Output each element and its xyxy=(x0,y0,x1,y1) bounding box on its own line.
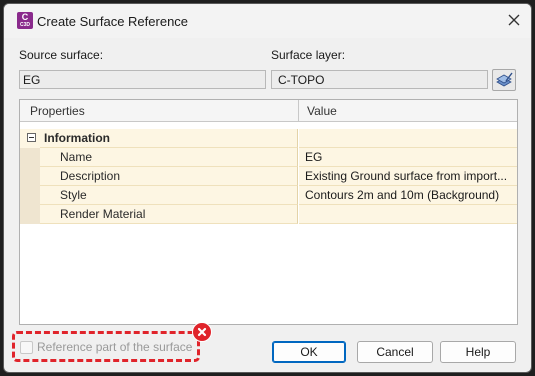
x-mark-icon xyxy=(197,327,207,337)
property-name: Name xyxy=(40,148,298,167)
app-icon-sub: C3D xyxy=(19,22,30,28)
property-value[interactable]: Existing Ground surface from import... xyxy=(299,167,517,186)
property-value[interactable]: Contours 2m and 10m (Background) xyxy=(299,186,517,205)
table-row[interactable]: Description Existing Ground surface from… xyxy=(20,167,517,186)
reference-part-option[interactable]: Reference part of the surface xyxy=(20,340,192,354)
create-surface-reference-dialog: C C3D Create Surface Reference Source su… xyxy=(3,3,532,373)
column-header-properties[interactable]: Properties xyxy=(30,104,85,118)
grid-header: Properties Value xyxy=(20,100,517,122)
civil3d-app-icon: C C3D xyxy=(17,12,33,29)
source-surface-field[interactable]: EG xyxy=(19,70,266,89)
close-icon xyxy=(508,14,520,26)
column-divider[interactable] xyxy=(298,100,299,122)
select-layer-button[interactable] xyxy=(492,69,516,91)
group-value xyxy=(299,129,517,148)
column-header-value[interactable]: Value xyxy=(307,104,337,118)
reference-part-checkbox[interactable] xyxy=(20,340,33,354)
cancel-button[interactable]: Cancel xyxy=(357,341,433,363)
app-icon-letter: C xyxy=(21,12,29,22)
window-title: Create Surface Reference xyxy=(37,14,189,29)
help-button[interactable]: Help xyxy=(440,341,516,363)
collapse-icon[interactable] xyxy=(27,133,36,142)
property-name: Style xyxy=(40,186,298,205)
property-name: Render Material xyxy=(40,205,298,224)
layers-icon xyxy=(496,72,513,87)
ok-button[interactable]: OK xyxy=(272,341,346,363)
table-row[interactable]: Render Material xyxy=(20,205,517,224)
group-name: Information xyxy=(40,129,298,148)
table-row[interactable]: Name EG xyxy=(20,148,517,167)
table-row[interactable]: Style Contours 2m and 10m (Background) xyxy=(20,186,517,205)
source-surface-label: Source surface: xyxy=(19,48,104,62)
properties-grid: Properties Value Information Name EG Des… xyxy=(19,99,518,325)
surface-layer-label: Surface layer: xyxy=(271,48,346,62)
property-value[interactable] xyxy=(299,205,517,224)
property-name: Description xyxy=(40,167,298,186)
reference-part-label: Reference part of the surface xyxy=(37,340,193,354)
group-row-information[interactable]: Information xyxy=(20,129,517,148)
row-gutter xyxy=(20,186,40,205)
row-gutter xyxy=(20,148,40,167)
title-bar: C C3D Create Surface Reference xyxy=(4,4,531,38)
error-icon xyxy=(192,322,212,342)
close-button[interactable] xyxy=(505,11,523,29)
property-value[interactable]: EG xyxy=(299,148,517,167)
row-gutter xyxy=(20,167,40,186)
surface-layer-field[interactable]: C-TOPO xyxy=(271,70,488,89)
row-gutter xyxy=(20,205,40,224)
